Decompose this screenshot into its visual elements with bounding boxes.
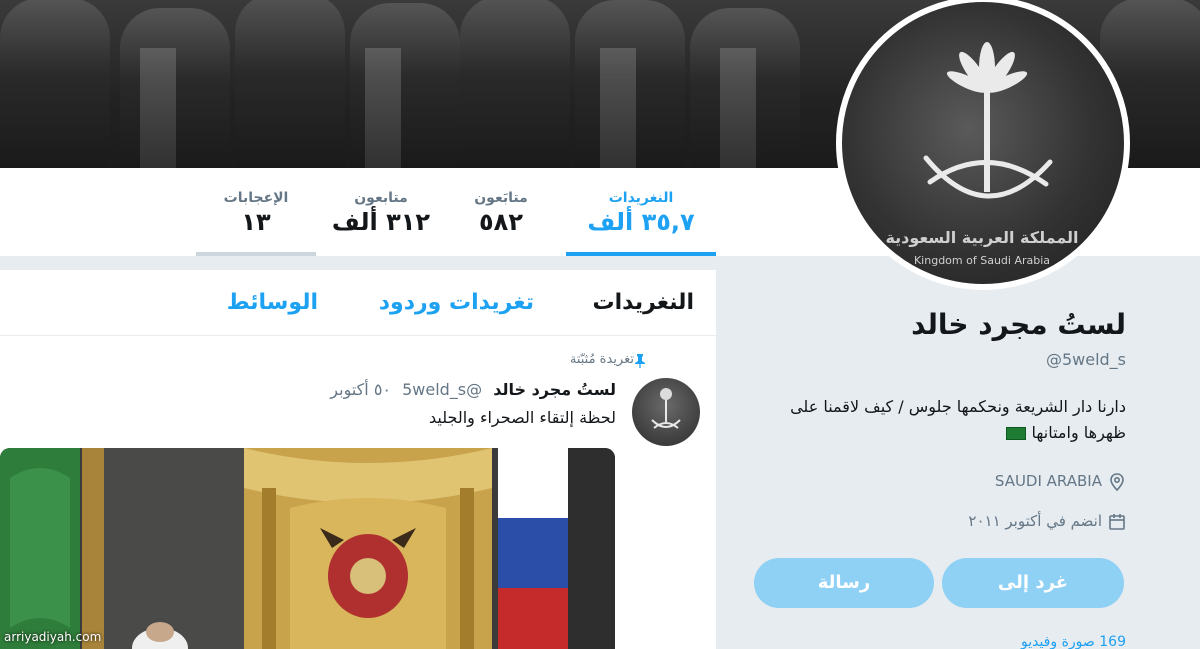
tab-tweets[interactable]: النغريدات — [592, 290, 694, 315]
profile-page: النغريدات ٣٥,٧ ألف متابَعون ٥٨٢ متابعون … — [0, 0, 1200, 649]
profile-name: لستُ مجرد خالد — [911, 308, 1126, 341]
stat-likes-value: ١٣ — [241, 208, 271, 236]
profile-joined-text: انضم في أكتوبر ٢٠١١ — [968, 512, 1102, 530]
stat-followers-value: ٣١٢ ألف — [331, 208, 431, 236]
pin-icon — [635, 354, 645, 368]
tweet-author-avatar[interactable] — [632, 378, 700, 446]
tweet-to-button[interactable]: غرد إلى — [942, 558, 1124, 608]
message-button[interactable]: رسالة — [754, 558, 934, 608]
tab-tweets-and-replies[interactable]: تغريدات وردود — [379, 290, 534, 315]
stat-tweets-label: النغريدات — [608, 190, 674, 206]
tweet-author-handle[interactable]: @5weld_s — [402, 380, 482, 399]
calendar-icon — [1109, 513, 1125, 530]
saudi-emblem-icon — [923, 42, 1053, 199]
profile-media-row-text: 169 صورة وفيديو — [1020, 634, 1126, 649]
avatar-caption-english: Kingdom of Saudi Arabia — [913, 254, 1051, 267]
profile-avatar[interactable]: المملكة العربية السعودية Kingdom of Saud… — [836, 0, 1130, 290]
stat-followers[interactable]: متابعون ٣١٢ ألف — [316, 168, 446, 256]
profile-location: SAUDI ARABIA — [995, 472, 1126, 491]
timeline-column: النغريدات تغريدات وردود الوسائط تغريدة م… — [0, 270, 716, 649]
profile-handle[interactable]: @5weld_s — [1046, 350, 1126, 369]
tweet-header: لستُ مجرد خالد @5weld_s ٥٠ أكتوبر — [330, 380, 616, 399]
profile-location-text: SAUDI ARABIA — [994, 472, 1102, 490]
tweet-media-image[interactable] — [0, 448, 615, 649]
tweet-date[interactable]: ٥٠ أكتوبر — [330, 380, 391, 399]
pinned-label: تغريدة مُثبّتة — [569, 352, 634, 367]
avatar-caption-arabic: المملكة العربية السعودية — [885, 228, 1079, 247]
profile-joined: انضم في أكتوبر ٢٠١١ — [968, 512, 1126, 531]
timeline-tabs: النغريدات تغريدات وردود الوسائط — [0, 270, 716, 336]
stat-followers-label: متابعون — [354, 190, 408, 206]
site-watermark: arriyadiyah.com — [4, 630, 102, 644]
location-pin-icon — [1110, 472, 1124, 491]
stat-likes[interactable]: الإعجابات ١٣ — [196, 168, 316, 256]
tweet-author-name[interactable]: لستُ مجرد خالد — [493, 380, 616, 399]
stat-following-value: ٥٨٢ — [479, 208, 523, 236]
stat-likes-label: الإعجابات — [223, 190, 289, 206]
saudi-flag-icon — [1006, 427, 1027, 440]
profile-sidebar: لستُ مجرد خالد @5weld_s دارنا دار الشريع… — [718, 270, 1200, 649]
stat-tweets-value: ٣٥,٧ ألف — [587, 208, 695, 236]
tweet-text: لحظة إلتقاء الصحراء والجليد — [428, 408, 616, 427]
stat-tweets[interactable]: النغريدات ٣٥,٧ ألف — [566, 168, 716, 256]
profile-bio: دارنا دار الشريعة ونحكمها جلوس / كيف لاق… — [786, 394, 1126, 446]
pinned-tweet[interactable]: تغريدة مُثبّتة لستُ مجرد خالد @5weld_s ٥… — [0, 336, 716, 649]
profile-bio-text: دارنا دار الشريعة ونحكمها جلوس / كيف لاق… — [790, 397, 1126, 442]
stat-following-label: متابَعون — [474, 190, 528, 206]
stat-following[interactable]: متابَعون ٥٨٢ — [436, 168, 566, 256]
profile-media-row[interactable]: 169 صورة وفيديو — [1021, 634, 1126, 649]
tab-media[interactable]: الوسائط — [227, 290, 318, 315]
